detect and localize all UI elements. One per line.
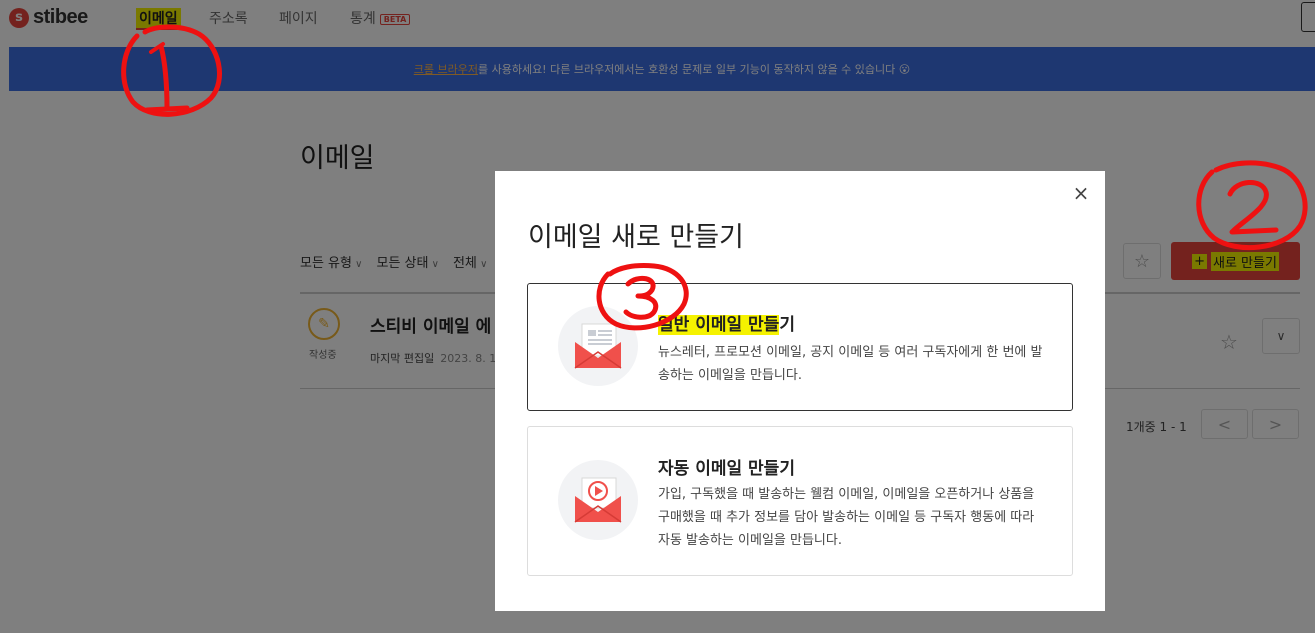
- newsletter-envelope-icon: [558, 306, 638, 386]
- automated-email-option-description: 가입, 구독했을 때 발송하는 웰컴 이메일, 이메일을 오픈하거나 상품을 구…: [658, 487, 1035, 548]
- regular-email-option-title: 일반 이메일 만들기: [658, 310, 795, 335]
- new-email-modal: × 이메일 새로 만들기 일반 이메일 만들기 뉴스레터, 프로모션 이메일, …: [495, 171, 1105, 611]
- play-envelope-icon: [558, 460, 638, 540]
- automated-email-title: 자동 이메일 만들기: [658, 459, 795, 479]
- automated-email-option-title: 자동 이메일 만들기: [658, 454, 795, 479]
- modal-title: 이메일 새로 만들기: [528, 222, 744, 253]
- regular-email-title-highlight: 일반 이메일 만들: [658, 315, 780, 335]
- close-icon[interactable]: ×: [1071, 183, 1091, 203]
- regular-email-option[interactable]: 일반 이메일 만들기 뉴스레터, 프로모션 이메일, 공지 이메일 등 여러 구…: [527, 283, 1073, 411]
- regular-email-title-rest: 기: [779, 315, 795, 335]
- regular-email-option-description: 뉴스레터, 프로모션 이메일, 공지 이메일 등 여러 구독자에게 한 번에 발…: [658, 345, 1043, 383]
- automated-email-option[interactable]: 자동 이메일 만들기 가입, 구독했을 때 발송하는 웰컴 이메일, 이메일을 …: [527, 426, 1073, 576]
